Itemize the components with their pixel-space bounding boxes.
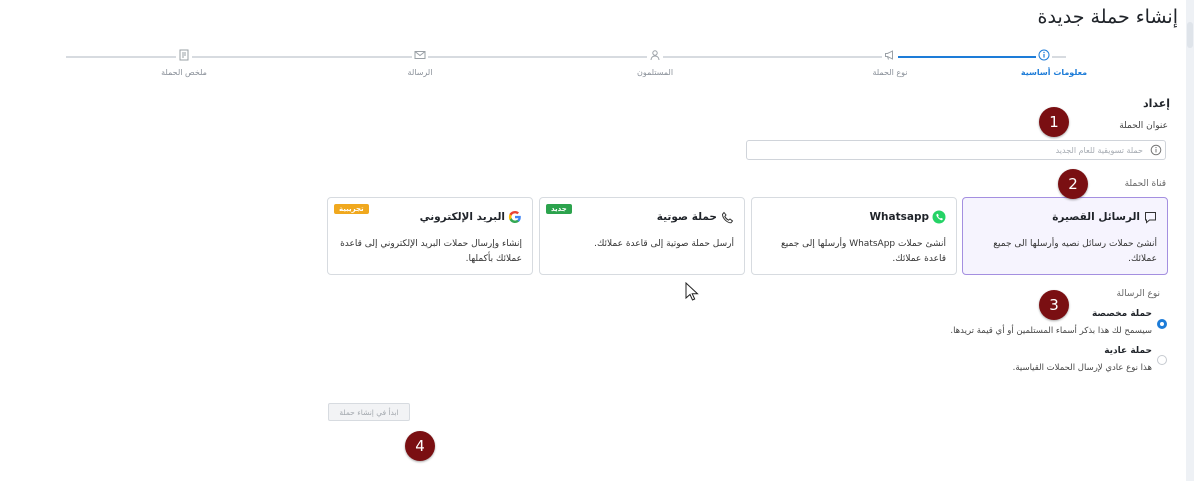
- step-label-recipients[interactable]: المستلمون: [637, 68, 673, 77]
- channel-description: أنشئ حملات WhatsApp وأرسلها إلى جميع قاع…: [781, 239, 946, 264]
- radio-standard-campaign[interactable]: [1157, 355, 1167, 365]
- whatsapp-icon: [932, 210, 946, 224]
- radio-standard-description: هذا نوع عادي لإرسال الحملات القياسية.: [1012, 363, 1152, 373]
- megaphone-icon[interactable]: [882, 47, 898, 63]
- scrollbar-thumb[interactable]: [1187, 22, 1193, 48]
- envelope-icon[interactable]: [412, 47, 428, 63]
- radio-custom-campaign[interactable]: [1157, 319, 1167, 329]
- summary-icon[interactable]: [176, 47, 192, 63]
- annotation-marker-4: 4: [405, 431, 435, 461]
- annotation-marker-3: 3: [1039, 290, 1069, 320]
- info-circle-icon[interactable]: [1036, 47, 1052, 63]
- start-campaign-button[interactable]: ابدأ في إنشاء حملة: [328, 403, 410, 421]
- channel-card-sms[interactable]: الرسائل القصيرة أنشئ حملات رسائل نصيه وأ…: [962, 197, 1168, 275]
- step-label-message[interactable]: الرسالة: [408, 68, 433, 77]
- channel-description: أرسل حملة صوتية إلى قاعدة عملائك.: [594, 239, 734, 249]
- channel-title: Whatsapp: [869, 211, 929, 223]
- step-label-campaign-type[interactable]: نوع الحملة: [872, 68, 907, 77]
- step-label-basic-info[interactable]: معلومات أساسية: [1021, 68, 1087, 77]
- channel-title: حملة صوتية: [656, 211, 717, 223]
- section-title: إعداد: [1142, 97, 1170, 110]
- radio-custom-title[interactable]: حملة مخصصة: [1092, 309, 1152, 319]
- channel-title: الرسائل القصيرة: [1052, 211, 1140, 223]
- user-icon[interactable]: [647, 47, 663, 63]
- channel-description: أنشئ حملات رسائل نصيه وأرسلها الى جميع ع…: [993, 239, 1157, 264]
- channel-card-voice[interactable]: جديد حملة صوتية أرسل حملة صوتية إلى قاعد…: [539, 197, 745, 275]
- annotation-marker-1: 1: [1039, 107, 1069, 137]
- chat-bubble-icon: [1143, 210, 1157, 224]
- radio-standard-title[interactable]: حملة عادية: [1104, 346, 1152, 356]
- step-label-summary[interactable]: ملخص الحملة: [161, 68, 207, 77]
- info-icon: [1150, 144, 1162, 156]
- channel-description: إنشاء وإرسال حملات البريد الإلكتروني إلى…: [340, 239, 522, 264]
- radio-custom-description: سيسمح لك هذا بذكر أسماء المستلمين أو أي …: [950, 326, 1152, 336]
- mouse-cursor-icon: [685, 282, 699, 301]
- campaign-title-label: عنوان الحملة: [1119, 121, 1168, 131]
- channel-label: قناة الحملة: [1124, 179, 1166, 189]
- channel-card-whatsapp[interactable]: Whatsapp أنشئ حملات WhatsApp وأرسلها إلى…: [751, 197, 957, 275]
- stepper-progress: [890, 56, 1046, 58]
- google-icon: [508, 210, 522, 224]
- trial-badge: تجريبية: [334, 204, 369, 214]
- annotation-marker-2: 2: [1058, 169, 1088, 199]
- campaign-title-input[interactable]: [746, 140, 1166, 160]
- channel-title: البريد الإلكتروني: [419, 211, 505, 223]
- channel-card-email[interactable]: تجريبية البريد الإلكتروني إنشاء وإرسال ح…: [327, 197, 533, 275]
- new-badge: جديد: [546, 204, 572, 214]
- phone-icon: [720, 210, 734, 224]
- scrollbar-track[interactable]: [1186, 0, 1194, 481]
- message-type-label: نوع الرسالة: [1116, 289, 1160, 299]
- page-title: إنشاء حملة جديدة: [1037, 6, 1178, 28]
